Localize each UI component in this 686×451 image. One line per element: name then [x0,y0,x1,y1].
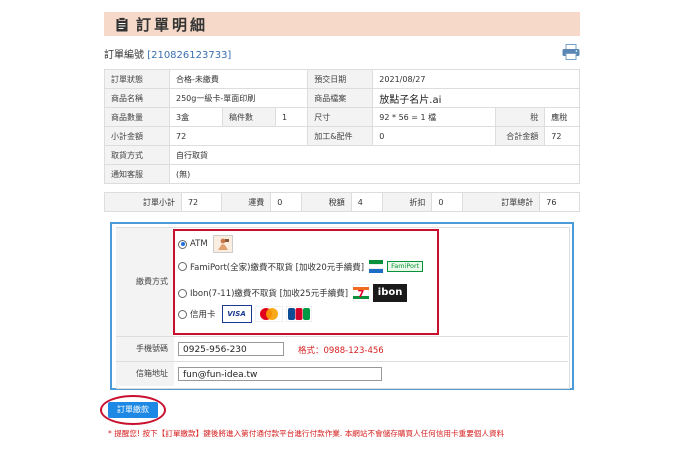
payment-option-famiport[interactable]: FamiPort(全家)繳費不取貨 [加收20元手續費] FamiPort [178,260,424,273]
email-input[interactable]: fun@fun-idea.tw [178,367,382,381]
total-value: 72 [544,126,580,146]
famiport-label: FamiPort(全家)繳費不取貨 [加收20元手續費] [190,262,365,273]
page-title: 訂單明細 [136,15,209,34]
radio-credit-card[interactable] [178,309,187,319]
notify-label: 通知客服 [104,164,170,184]
status-value: 合格-未繳費 [168,69,309,89]
atm-icon [212,235,233,253]
tax-label: 稅 [495,107,546,127]
payment-notice: * 提醒您! 按下【訂單繳款】鍵後將進入第付通付款平台進行付款作業. 本網站不會… [108,429,505,438]
phone-label: 手機號碼 [116,337,174,361]
ship-label: 運費 [220,192,272,212]
radio-famiport[interactable] [178,262,187,271]
sum-sub-label: 訂單小計 [104,192,182,212]
atm-label: ATM [190,239,208,249]
order-info-table: 訂單狀態 合格-未繳費 預交日期 2021/08/27 商品名稱 250g一級卡… [104,69,580,184]
familymart-icon [368,260,384,273]
subtotal-label: 小計金額 [104,126,170,146]
divider [116,361,568,362]
status-label: 訂單狀態 [104,69,170,89]
order-number: 訂單編號 [210826123733] [104,46,231,61]
sum-tax-label: 稅額 [301,192,352,212]
qty-label: 商品數量 [104,107,170,127]
total-label: 合計金額 [495,126,546,146]
file-value[interactable]: 放點子名片.ai [372,88,580,108]
discount-label: 折扣 [381,192,433,212]
product-label: 商品名稱 [104,88,170,108]
notify-value: (無) [169,164,580,184]
order-number-value: [210826123733] [147,50,232,61]
date-value: 2021/08/27 [372,69,580,89]
ship-value: 0 [270,192,303,212]
payment-option-ibon[interactable]: Ibon(7-11)繳費不取貨 [加收25元手續費] 7 ibon [178,283,408,303]
product-value: 250g一級卡-單面印刷 [168,88,309,108]
discount-value: 0 [431,192,464,212]
phone-input[interactable]: 0925-956-230 [178,342,284,356]
pay-order-button[interactable]: 訂單繳款 [108,402,158,418]
credit-card-label: 信用卡 [190,310,216,320]
phone-format-hint: 格式：0988-123-456 [298,346,384,356]
order-summary-table: 訂單小計 72 運費 0 稅額 4 折扣 0 訂單總計 76 [104,192,580,212]
subtotal-value: 72 [168,126,309,146]
order-total-value: 76 [539,192,580,212]
email-label: 信箱地址 [116,362,174,386]
process-label: 加工&配件 [307,126,374,146]
sum-sub-value: 72 [180,192,222,212]
tax-value: 應稅 [544,107,580,127]
page-header: 訂單明細 [104,12,580,36]
count-value: 1 [274,107,309,127]
size-value: 92 * 56 = 1 檔 [372,107,497,127]
svg-text:7: 7 [358,289,365,300]
qty-value: 3盒 [169,107,223,127]
order-total-label: 訂單總計 [462,192,541,212]
pickup-value: 自行取貨 [169,145,580,165]
divider [116,336,568,337]
mastercard-icon [254,305,283,323]
payment-option-atm[interactable]: ATM [178,235,233,253]
file-label: 商品檔案 [307,88,374,108]
payment-method-label: 繳費方式 [116,228,174,336]
order-number-label: 訂單編號 [104,50,144,61]
pickup-label: 取貨方式 [104,145,170,165]
seven-eleven-icon: 7 [352,283,370,303]
sum-tax-value: 4 [350,192,383,212]
ibon-label: Ibon(7-11)繳費不取貨 [加收25元手續費] [190,289,349,299]
visa-icon: VISA [221,305,252,323]
document-icon [116,16,128,32]
famiport-logo: FamiPort [387,261,424,272]
date-label: 預交日期 [307,69,374,89]
process-value: 0 [372,126,497,146]
jcb-icon [285,305,312,323]
payment-option-credit-card[interactable]: 信用卡 VISA [178,305,312,323]
radio-atm[interactable] [178,239,187,249]
size-label: 尺寸 [307,107,374,127]
printer-icon[interactable] [562,44,580,60]
radio-ibon[interactable] [178,288,187,298]
ibon-logo: ibon [373,284,408,302]
count-label: 稿件數 [222,107,276,127]
